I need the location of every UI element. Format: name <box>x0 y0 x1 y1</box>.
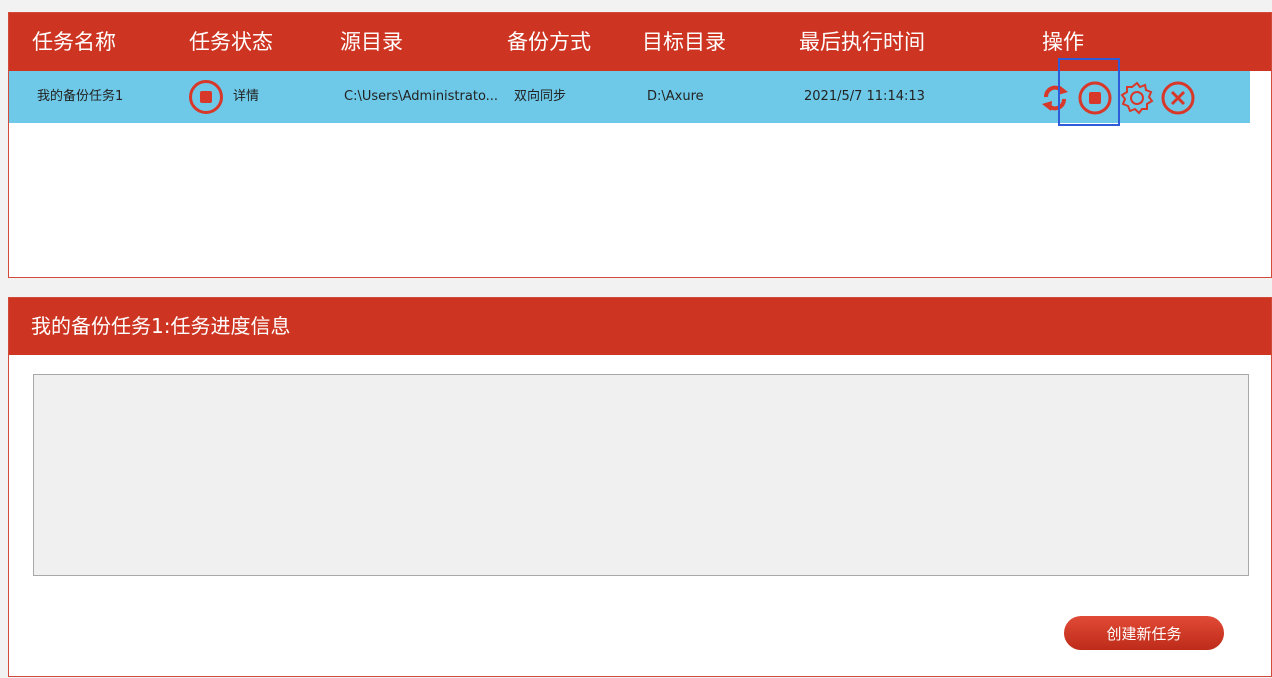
progress-panel: 我的备份任务1:任务进度信息 创建新任务 <box>8 297 1272 677</box>
create-task-button[interactable]: 创建新任务 <box>1064 616 1224 650</box>
header-task-name: 任务名称 <box>32 30 116 54</box>
gear-icon[interactable] <box>1119 80 1155 116</box>
header-source-dir: 源目录 <box>340 30 403 54</box>
progress-log-area[interactable] <box>33 374 1249 576</box>
header-last-run: 最后执行时间 <box>799 30 925 54</box>
progress-title: 我的备份任务1:任务进度信息 <box>9 298 1271 355</box>
target-dir-cell: D:\Axure <box>647 89 704 104</box>
task-list-panel: 任务名称 任务状态 源目录 备份方式 目标目录 最后执行时间 操作 我的备份任务… <box>8 12 1272 278</box>
header-backup-mode: 备份方式 <box>507 30 591 54</box>
backup-mode-cell: 双向同步 <box>514 89 567 104</box>
header-task-status: 任务状态 <box>189 30 273 54</box>
header-target-dir: 目标目录 <box>642 30 726 54</box>
last-run-cell: 2021/5/7 11:14:13 <box>804 89 925 104</box>
selection-highlight <box>1058 58 1120 126</box>
stop-circle-icon[interactable] <box>189 80 223 114</box>
details-link[interactable]: 详情 <box>233 71 259 123</box>
close-circle-icon[interactable] <box>1160 80 1196 116</box>
source-dir-cell: C:\Users\Administrato... <box>344 89 499 104</box>
task-name-cell: 我的备份任务1 <box>37 89 124 104</box>
